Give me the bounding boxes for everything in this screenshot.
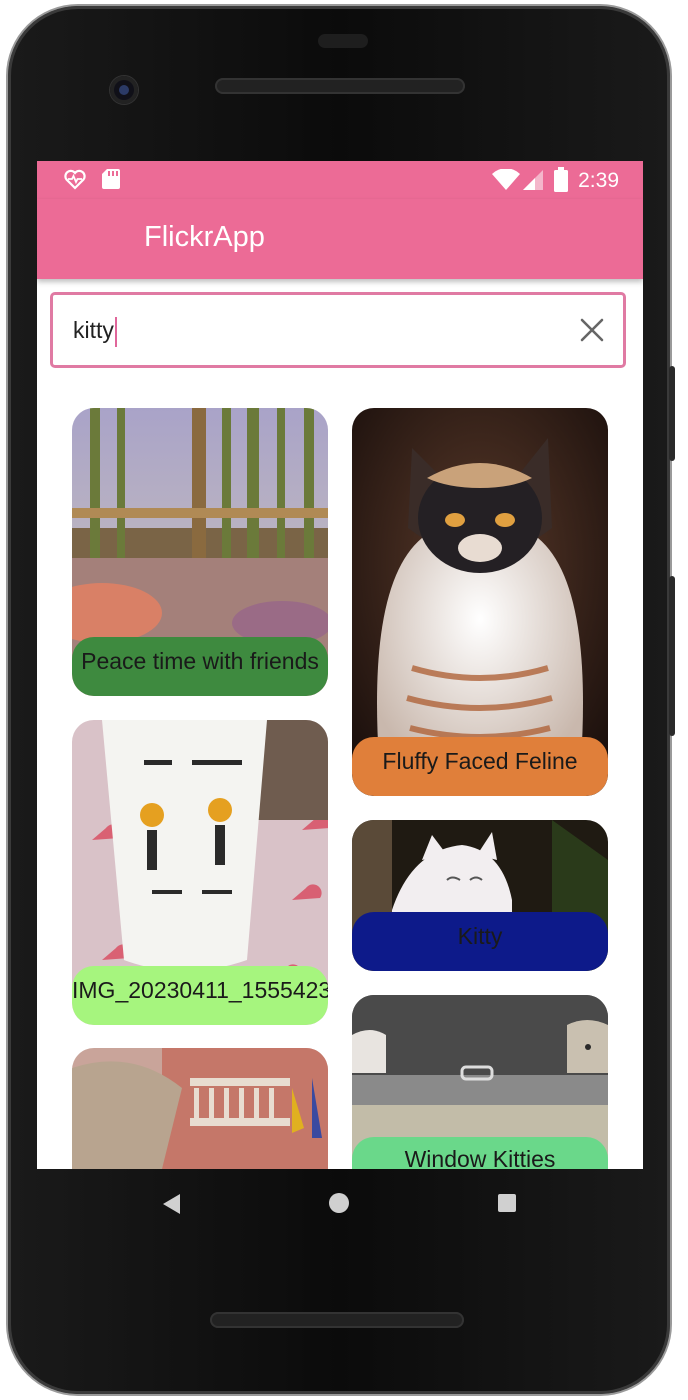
navigation-bar bbox=[37, 1169, 643, 1239]
photo-title: Fluffy Faced Feline bbox=[352, 737, 608, 796]
heart-monitor-icon bbox=[64, 169, 86, 190]
app-screen: 2:39 FlickrApp kitty Peace time with fri… bbox=[37, 161, 643, 1169]
photo-thumbnail bbox=[72, 1048, 328, 1169]
recents-icon[interactable] bbox=[498, 1194, 516, 1212]
signal-icon bbox=[523, 170, 543, 190]
text-cursor bbox=[114, 317, 117, 347]
back-icon[interactable] bbox=[163, 1194, 180, 1214]
search-input[interactable]: kitty bbox=[73, 317, 117, 347]
earpiece bbox=[318, 34, 368, 48]
photo-title: IMG_20230411_155542345 bbox=[72, 966, 328, 1025]
photo-title: Window Kitties bbox=[352, 1137, 608, 1169]
search-box[interactable]: kitty bbox=[50, 292, 626, 368]
app-bar: FlickrApp bbox=[37, 199, 643, 279]
top-speaker bbox=[215, 78, 465, 94]
photo-title: Kitty bbox=[352, 912, 608, 971]
close-icon[interactable] bbox=[579, 317, 605, 343]
photo-card[interactable]: Window Kitties bbox=[352, 995, 608, 1169]
front-camera bbox=[110, 76, 138, 104]
wifi-icon bbox=[492, 169, 520, 190]
status-bar: 2:39 bbox=[37, 161, 643, 199]
status-time: 2:39 bbox=[578, 169, 619, 192]
photo-card[interactable] bbox=[72, 1048, 328, 1169]
photo-card[interactable]: IMG_20230411_155542345 bbox=[72, 720, 328, 1025]
battery-icon bbox=[554, 167, 568, 192]
app-title: FlickrApp bbox=[144, 221, 265, 253]
sd-card-icon bbox=[102, 169, 120, 189]
photo-title: Peace time with friends bbox=[72, 637, 328, 696]
photo-card[interactable]: Kitty bbox=[352, 820, 608, 971]
power-button bbox=[669, 576, 675, 736]
volume-button bbox=[669, 366, 675, 461]
photo-card[interactable]: Peace time with friends bbox=[72, 408, 328, 696]
photo-card[interactable]: Fluffy Faced Feline bbox=[352, 408, 608, 796]
bottom-speaker bbox=[210, 1312, 464, 1328]
home-icon[interactable] bbox=[329, 1193, 349, 1213]
